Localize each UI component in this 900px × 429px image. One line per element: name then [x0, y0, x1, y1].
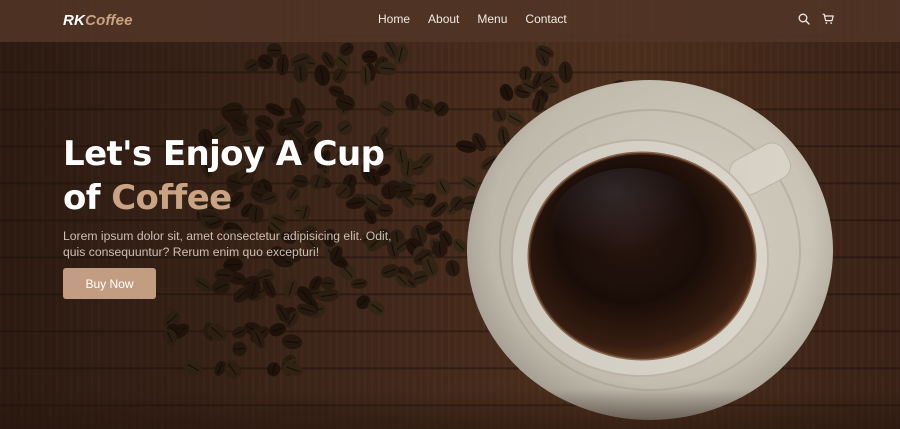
hero-description: Lorem ipsum dolor sit, amet consectetur … [63, 229, 392, 259]
logo[interactable]: RKCoffee [63, 12, 133, 29]
navbar: RKCoffee Home About Menu Contact [0, 0, 900, 42]
hero-section: RKCoffee Home About Menu Contact Let's E… [0, 0, 900, 429]
nav-links: Home About Menu Contact [378, 12, 567, 26]
nav-icons [798, 13, 834, 25]
headline-of: of [63, 178, 101, 218]
headline-accent: Coffee [111, 178, 232, 218]
hero-bottom-fade [0, 389, 900, 429]
logo-brand: Coffee [85, 12, 133, 29]
buy-now-button[interactable]: Buy Now [63, 268, 156, 299]
nav-link-home[interactable]: Home [378, 12, 410, 26]
nav-link-contact[interactable]: Contact [525, 12, 566, 26]
nav-link-menu[interactable]: Menu [477, 12, 507, 26]
logo-prefix: RK [63, 12, 86, 29]
search-icon[interactable] [798, 13, 810, 25]
cart-icon[interactable] [822, 13, 834, 25]
headline-line1: Let's Enjoy A Cup [63, 134, 385, 174]
hero-headline: Let's Enjoy A Cup of Coffee [63, 132, 423, 220]
nav-link-about[interactable]: About [428, 12, 459, 26]
